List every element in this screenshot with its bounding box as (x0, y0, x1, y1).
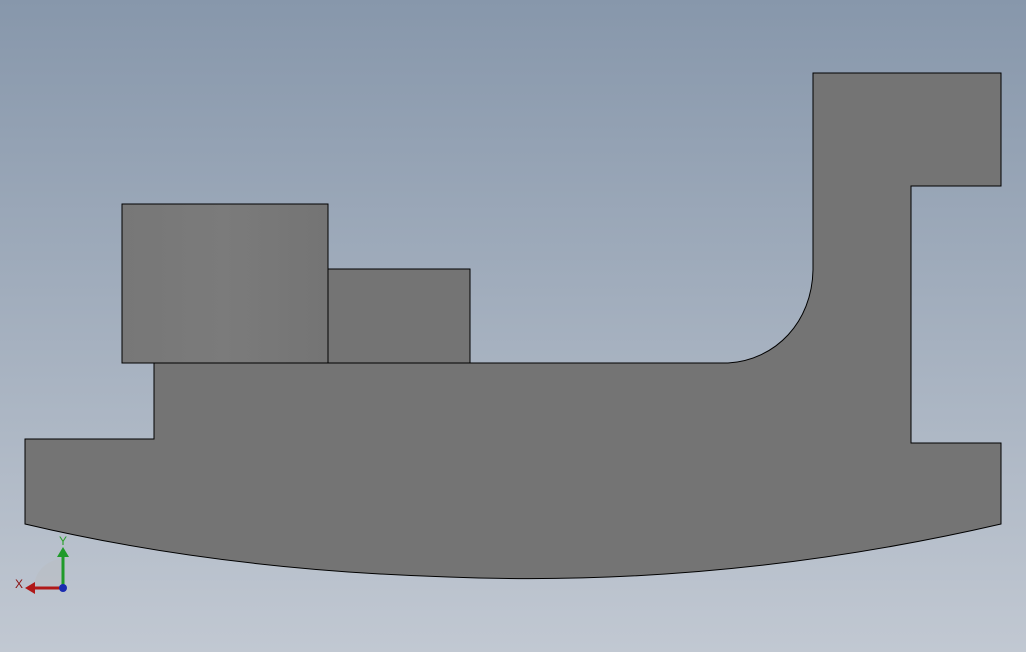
part-middle-block[interactable] (327, 268, 471, 364)
x-axis-label: X (15, 577, 23, 591)
z-axis-dot (59, 584, 67, 592)
part-left-block[interactable] (121, 203, 329, 364)
3d-viewport[interactable]: X Y (0, 0, 1026, 652)
y-axis-label: Y (59, 534, 67, 548)
model-view[interactable]: X Y (0, 0, 1026, 652)
